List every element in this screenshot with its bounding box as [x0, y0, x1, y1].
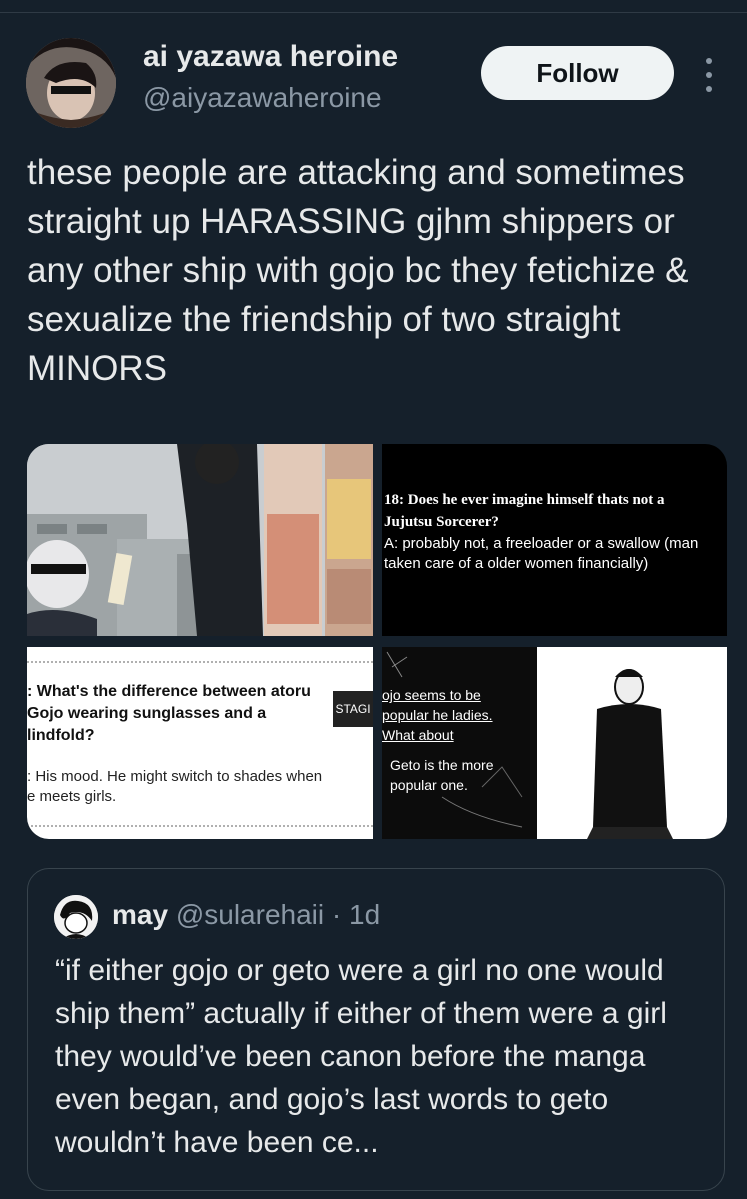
- manga-character-image: [587, 669, 673, 839]
- panel2-answer: A: probably not, a freeloader or a swall…: [384, 535, 699, 572]
- quoted-header: may @sularehaii · 1d: [112, 899, 380, 931]
- panel4-line2: Geto is the more popular one.: [390, 757, 494, 793]
- manga-character-panel: [537, 647, 727, 839]
- anime-screenshot-image: [27, 444, 373, 636]
- top-divider: [0, 0, 747, 13]
- panel3-tag: STAGI: [333, 691, 373, 727]
- tweet-text: these people are attacking and sometimes…: [27, 153, 689, 388]
- author-name[interactable]: ai yazawa heroine: [143, 40, 398, 74]
- author-avatar-image: [26, 38, 116, 128]
- dotted-border-bottom: [27, 825, 373, 831]
- quoted-author-name[interactable]: may: [112, 899, 168, 930]
- follow-button[interactable]: Follow: [481, 46, 674, 100]
- quoted-text: “if either gojo or geto were a girl no o…: [55, 954, 667, 1159]
- panel2-question: 18: Does he ever imagine himself thats n…: [384, 492, 665, 530]
- quoted-author-handle[interactable]: @sularehaii: [176, 899, 324, 930]
- quoted-time[interactable]: 1d: [349, 899, 380, 930]
- author-handle[interactable]: @aiyazawaheroine: [143, 82, 382, 114]
- media-image-4[interactable]: ojo seems to be popular he ladies. What …: [382, 647, 727, 839]
- more-dot: [706, 72, 712, 78]
- more-options-icon[interactable]: [698, 58, 720, 92]
- dotted-border-top: [27, 661, 373, 667]
- quoted-author-avatar[interactable]: [54, 895, 98, 939]
- media-grid[interactable]: 18: Does he ever imagine himself thats n…: [27, 444, 727, 839]
- quoted-avatar-image: [54, 895, 98, 939]
- more-dot: [706, 86, 712, 92]
- panel4-line1: ojo seems to be popular he ladies. What …: [382, 687, 493, 743]
- media-image-3[interactable]: : What's the difference between atoru Go…: [27, 647, 373, 839]
- media-image-1[interactable]: [27, 444, 373, 636]
- media-image-2[interactable]: 18: Does he ever imagine himself thats n…: [382, 444, 727, 636]
- manga-panel-text-area: ojo seems to be popular he ladies. What …: [382, 647, 537, 839]
- panel3-question: : What's the difference between atoru Go…: [27, 683, 311, 744]
- quoted-separator: ·: [331, 899, 342, 930]
- author-avatar[interactable]: [26, 38, 116, 128]
- panel3-answer: : His mood. He might switch to shades wh…: [27, 768, 323, 805]
- quoted-tweet[interactable]: may @sularehaii · 1d “if either gojo or …: [27, 868, 725, 1191]
- more-dot: [706, 58, 712, 64]
